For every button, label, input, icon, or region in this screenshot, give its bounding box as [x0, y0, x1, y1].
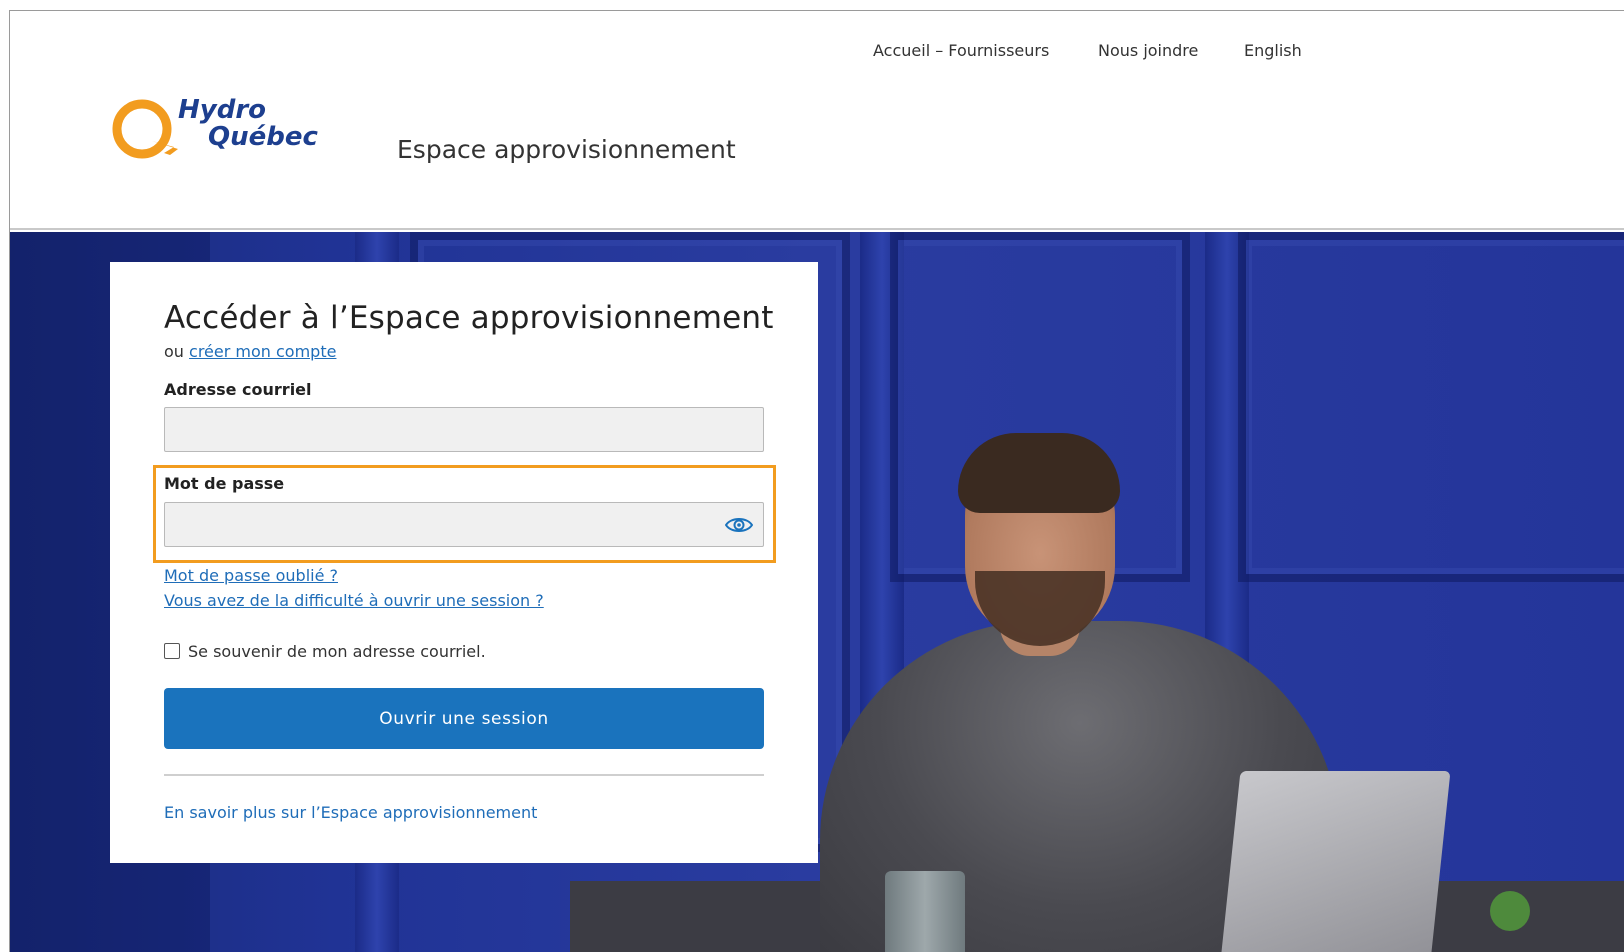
logo-line-1: Hydro [178, 95, 267, 125]
nav-link-accueil-fournisseurs[interactable]: Accueil – Fournisseurs [873, 41, 1049, 60]
open-session-button[interactable]: Ouvrir une session [164, 688, 764, 749]
person-hair [958, 433, 1120, 513]
signin-trouble-link[interactable]: Vous avez de la difficulté à ouvrir une … [164, 591, 544, 610]
remember-email-row[interactable]: Se souvenir de mon adresse courriel. [164, 641, 486, 661]
site-header: Accueil – Fournisseurs Nous joindre Engl… [10, 11, 1624, 230]
forgot-password-link[interactable]: Mot de passe oublié ? [164, 566, 338, 585]
top-navigation: Accueil – Fournisseurs Nous joindre Engl… [10, 41, 1624, 61]
login-card: Accéder à l’Espace approvisionnement ou … [110, 262, 818, 863]
hydro-quebec-logo[interactable]: Hydro Québec [112, 97, 332, 169]
mug-shape [885, 871, 965, 952]
learn-more-link[interactable]: En savoir plus sur l’Espace approvisionn… [164, 803, 537, 822]
password-field[interactable] [164, 502, 764, 547]
login-title: Accéder à l’Espace approvisionnement [164, 300, 774, 336]
site-title: Espace approvisionnement [397, 135, 736, 164]
nav-link-nous-joindre[interactable]: Nous joindre [1098, 41, 1198, 60]
email-field[interactable] [164, 407, 764, 452]
logo-wordmark: Hydro Québec [178, 97, 318, 151]
logo-line-2: Québec [208, 122, 318, 152]
email-label: Adresse courriel [164, 380, 312, 399]
card-divider [164, 774, 764, 776]
nav-link-english[interactable]: English [1244, 41, 1302, 60]
laptop-shape [1219, 771, 1451, 952]
browser-viewport: Accueil – Fournisseurs Nous joindre Engl… [9, 10, 1624, 952]
remember-email-checkbox[interactable] [164, 643, 180, 659]
eye-icon[interactable] [725, 515, 753, 535]
remember-email-label: Se souvenir de mon adresse courriel. [188, 641, 486, 661]
wall-molding [1238, 232, 1624, 582]
plant-shape [1490, 891, 1530, 931]
password-label: Mot de passe [164, 474, 285, 493]
create-account-link[interactable]: créer mon compte [189, 342, 336, 361]
create-account-line: ou créer mon compte [164, 342, 336, 361]
or-prefix: ou [164, 342, 184, 361]
